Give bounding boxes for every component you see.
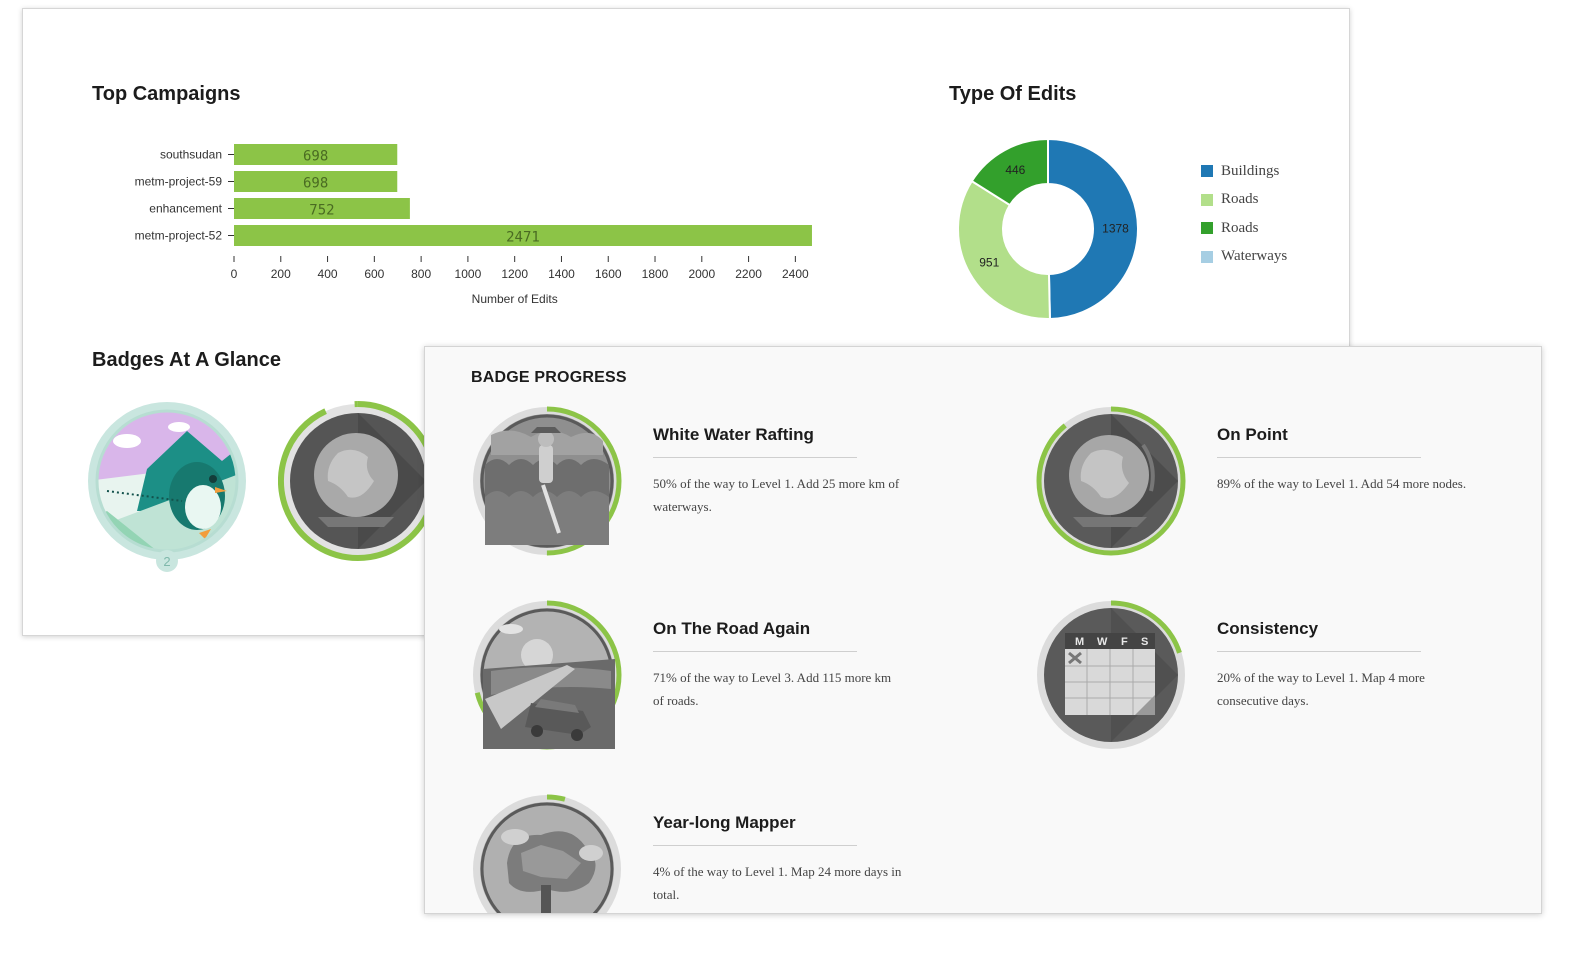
legend-item: Buildings	[1201, 157, 1287, 186]
badge-item-consistency[interactable]: M W F S Consistency 20% of the way to Le…	[1035, 599, 1535, 759]
donut-slice-label: 446	[1005, 163, 1025, 177]
badge-description: 71% of the way to Level 3. Add 115 more …	[653, 670, 892, 708]
bar-row: southsudan 698	[160, 144, 398, 165]
badge-description: 4% of the way to Level 1. Map 24 more da…	[653, 864, 902, 902]
car-road-icon	[472, 600, 622, 750]
x-tick-label: 1800	[642, 267, 669, 281]
badge-description: 50% of the way to Level 1. Add 25 more k…	[653, 476, 900, 514]
legend-swatch	[1201, 165, 1213, 178]
x-tick-label: 600	[364, 267, 384, 281]
badge-item-on-the-road-again[interactable]: On The Road Again 71% of the way to Leve…	[471, 599, 971, 759]
badge-progress-heading: BADGE PROGRESS	[471, 369, 627, 386]
bar-category-label: enhancement	[149, 202, 222, 216]
bar-value-label: 2471	[506, 230, 540, 246]
globe-badge-icon[interactable]	[278, 401, 438, 561]
badge-item-white-water-rafting[interactable]: White Water Rafting 50% of the way to Le…	[471, 405, 971, 565]
legend-swatch	[1201, 193, 1213, 206]
calendar-icon: M W F S	[1036, 600, 1186, 750]
badge-name: On Point	[1217, 425, 1421, 458]
type-of-edits-title: Type Of Edits	[949, 83, 1077, 105]
x-tick-label: 1400	[548, 267, 575, 281]
badge-name: Year-long Mapper	[653, 813, 857, 846]
globe-icon	[1036, 406, 1186, 556]
badge-name: Consistency	[1217, 619, 1421, 652]
legend-item: Roads	[1201, 214, 1287, 243]
badges-at-a-glance-title: Badges At A Glance	[92, 349, 281, 371]
bar-row: enhancement 752	[149, 198, 410, 219]
narwhal-badge-icon[interactable]: 2	[87, 401, 247, 573]
x-axis-label: Number of Edits	[472, 292, 558, 306]
tree-map-icon	[472, 794, 622, 913]
calendar-day-s: S	[1141, 636, 1148, 648]
top-campaigns-chart: southsudan 698 metm-project-59 698 enhanceme…	[135, 144, 812, 306]
bar-category-label: metm-project-52	[135, 229, 223, 243]
x-tick-label: 0	[231, 267, 238, 281]
legend-label: Roads	[1221, 219, 1259, 236]
x-tick-label: 2400	[782, 267, 809, 281]
legend-label: Waterways	[1221, 248, 1288, 265]
calendar-day-w: W	[1097, 636, 1108, 648]
legend-item: Waterways	[1201, 243, 1287, 272]
bar-value-label: 752	[309, 203, 334, 219]
x-tick-label: 2200	[735, 267, 762, 281]
legend-label: Roads	[1221, 191, 1259, 208]
bar-value-label: 698	[303, 176, 328, 192]
badge-name: White Water Rafting	[653, 425, 857, 458]
badge-description: 20% of the way to Level 1. Map 4 more co…	[1217, 670, 1425, 708]
x-tick-label: 1000	[455, 267, 482, 281]
badge-item-year-long-mapper[interactable]: Year-long Mapper 4% of the way to Level …	[471, 793, 971, 913]
type-of-edits-chart: 1378 951 446	[957, 137, 1139, 321]
legend-item: Roads	[1201, 186, 1287, 215]
x-tick-label: 1200	[501, 267, 528, 281]
bar-row: metm-project-59 698	[135, 171, 398, 192]
bar-category-label: metm-project-59	[135, 175, 223, 189]
x-tick-label: 800	[411, 267, 431, 281]
legend-swatch	[1201, 250, 1213, 263]
bar-row: metm-project-52 2471	[135, 225, 812, 246]
badge-description: 89% of the way to Level 1. Add 54 more n…	[1217, 476, 1467, 491]
legend-label: Buildings	[1221, 162, 1280, 179]
type-of-edits-legend: Buildings Roads Roads Waterways	[1201, 157, 1287, 271]
bar-category-label: southsudan	[160, 148, 222, 162]
badge-item-on-point[interactable]: On Point 89% of the way to Level 1. Add …	[1035, 405, 1535, 565]
x-tick-label: 200	[271, 267, 291, 281]
legend-swatch	[1201, 222, 1213, 235]
rafting-icon	[472, 406, 622, 556]
donut-slice-label: 951	[979, 255, 999, 269]
badge-progress-panel: BADGE PROGRESS White Water Rafting 50% o…	[424, 346, 1542, 914]
calendar-day-f: F	[1121, 636, 1128, 648]
bar-value-label: 698	[303, 149, 328, 165]
x-tick-label: 400	[318, 267, 338, 281]
badge-name: On The Road Again	[653, 619, 857, 652]
x-tick-label: 2000	[688, 267, 715, 281]
donut-slice-label: 1378	[1102, 221, 1129, 235]
x-tick-label: 1600	[595, 267, 622, 281]
calendar-day-m: M	[1075, 636, 1084, 648]
badge-level: 2	[163, 554, 170, 569]
